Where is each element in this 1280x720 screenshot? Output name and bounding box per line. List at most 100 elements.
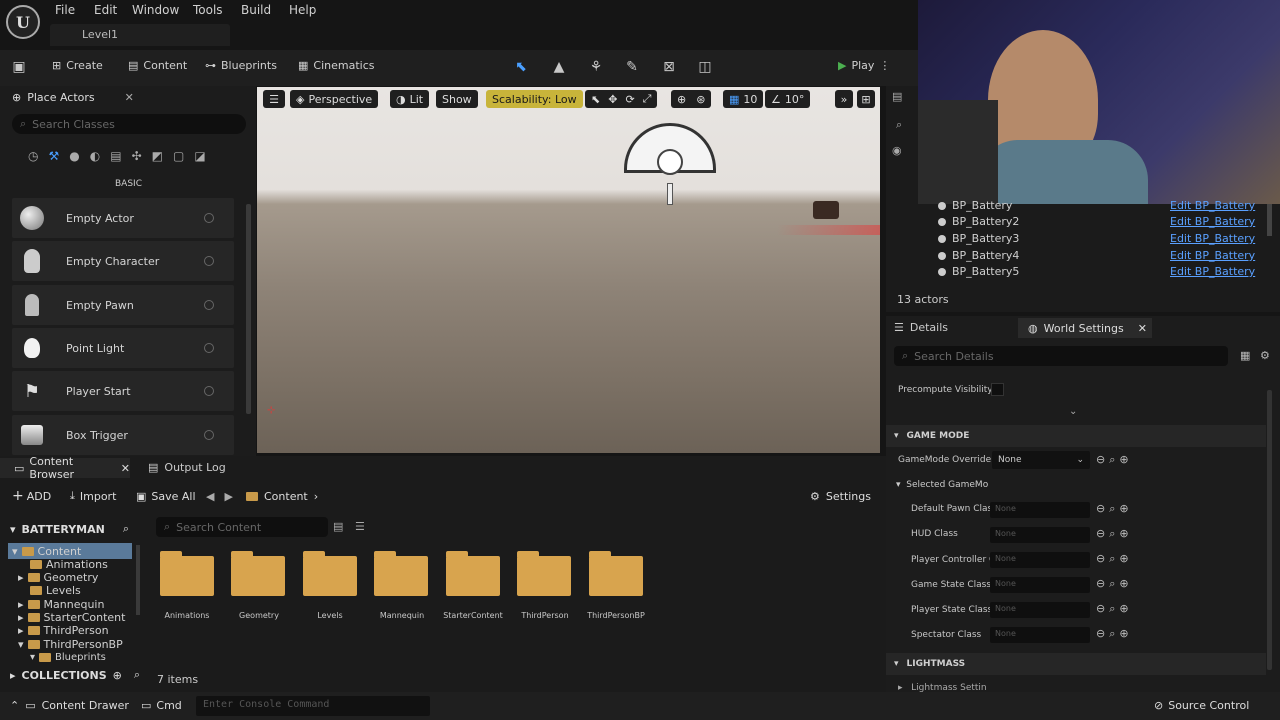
cmd-button[interactable]: ▭ Cmd <box>141 699 182 712</box>
folder-thirdpersonbp[interactable] <box>589 551 643 596</box>
rotation-snap-button[interactable]: ∠ 10° <box>765 90 811 108</box>
content-drawer-button[interactable]: ⌃ ▭ Content Drawer <box>10 699 129 712</box>
search-content-input[interactable]: ⌕ Search Content <box>156 517 328 537</box>
actor-item-box-trigger[interactable]: Box Trigger <box>12 415 234 455</box>
tree-item-blueprints[interactable]: ▾ Blueprints <box>30 652 106 662</box>
viewport-menu-icon[interactable]: ☰ <box>263 90 285 108</box>
help-icon[interactable] <box>204 386 214 396</box>
import-button[interactable]: ⤓ Import <box>70 486 116 506</box>
forward-icon[interactable]: ▶ <box>224 490 232 503</box>
back-icon[interactable]: ◀ <box>206 490 214 503</box>
layout-icon[interactable]: ⊞ <box>857 90 875 108</box>
menu-build[interactable]: Build <box>241 3 271 17</box>
help-icon[interactable] <box>204 343 214 353</box>
search-details-input[interactable]: ⌕ Search Details <box>894 346 1228 366</box>
menu-tools[interactable]: Tools <box>193 3 223 17</box>
select-mode-icon[interactable]: ⬉ <box>512 58 530 76</box>
filter-icon[interactable]: ☰ <box>355 520 365 533</box>
outliner-row[interactable]: BP_Battery4 Edit BP_Battery <box>938 249 1268 262</box>
add-icon[interactable]: ⊕ <box>1119 527 1128 541</box>
actor-item-empty-character[interactable]: Empty Character <box>12 241 234 281</box>
folder-animations[interactable] <box>160 551 214 596</box>
outliner-row[interactable]: BP_Battery2 Edit BP_Battery <box>938 215 1268 228</box>
details-scrollbar[interactable] <box>1267 390 1272 670</box>
collections-header[interactable]: ▸ COLLECTIONS ⊕ ⌕ <box>10 666 150 684</box>
edit-blueprint-link[interactable]: Edit BP_Battery <box>1170 215 1255 228</box>
gamemode-override-dropdown[interactable]: None ⌄ <box>992 451 1090 469</box>
shapes-category-icon[interactable]: ◐ <box>90 149 100 163</box>
breadcrumb-content[interactable]: Content <box>264 490 308 503</box>
lightmass-section[interactable]: ▾ LIGHTMASS <box>886 653 1266 675</box>
visibility-icon[interactable]: ◉ <box>892 144 902 157</box>
play-button[interactable]: ▶ Play ⋮ <box>838 59 890 72</box>
expand-icon[interactable]: » <box>835 90 853 108</box>
foliage-mode-icon[interactable]: ⚘ <box>587 58 605 76</box>
outliner-row[interactable]: BP_Battery3 Edit BP_Battery <box>938 232 1268 245</box>
tree-item-content[interactable]: ▾ Content <box>8 543 132 559</box>
outliner-tab-icon[interactable]: ▤ <box>892 90 902 103</box>
scalability-button[interactable]: Scalability: Low <box>486 90 583 108</box>
player-controller-field[interactable]: None <box>990 552 1090 568</box>
tree-item-thirdpersonbp[interactable]: ▾ ThirdPersonBP <box>18 638 123 651</box>
cinematics-button[interactable]: ▦ Cinematics <box>298 59 375 72</box>
unreal-logo-icon[interactable]: U <box>6 5 40 39</box>
edit-blueprint-link[interactable]: Edit BP_Battery <box>1170 199 1255 212</box>
settings-gear-icon[interactable]: ⚙ <box>1260 349 1270 362</box>
surface-snap-icon[interactable]: ⊛ <box>696 93 705 106</box>
details-tab[interactable]: ☰ Details <box>894 321 948 334</box>
menu-help[interactable]: Help <box>289 3 316 17</box>
menu-edit[interactable]: Edit <box>94 3 117 17</box>
outliner-row[interactable]: BP_Battery Edit BP_Battery <box>938 199 1268 212</box>
cinematic-category-icon[interactable]: ▤ <box>110 149 121 163</box>
hud-class-field[interactable]: None <box>990 527 1090 543</box>
help-icon[interactable] <box>204 256 214 266</box>
content-button[interactable]: ▤ Content <box>128 59 187 72</box>
world-local-icon[interactable]: ⊕ <box>677 93 686 106</box>
edit-blueprint-link[interactable]: Edit BP_Battery <box>1170 265 1255 278</box>
browse-icon[interactable]: ⌕ <box>1109 627 1115 641</box>
menu-window[interactable]: Window <box>132 3 179 17</box>
browse-icon[interactable]: ⌕ <box>1109 453 1115 467</box>
actor-item-point-light[interactable]: Point Light <box>12 328 234 368</box>
all-classes-category-icon[interactable]: ▢ <box>173 149 184 163</box>
recent-icon[interactable]: ◷ <box>28 149 38 163</box>
help-icon[interactable] <box>204 300 214 310</box>
scrollbar[interactable] <box>246 204 251 414</box>
content-browser-tab[interactable]: ▭ Content Browser ✕ <box>0 455 130 481</box>
search-classes-input[interactable]: ⌕ Search Classes <box>12 114 246 134</box>
settings-button[interactable]: ⚙ Settings <box>810 486 871 506</box>
reset-icon[interactable]: ⊖ <box>1096 627 1105 641</box>
reset-icon[interactable]: ⊖ <box>1096 552 1105 566</box>
chevron-right-icon[interactable]: › <box>314 490 318 503</box>
menu-file[interactable]: File <box>55 3 75 17</box>
more-category-icon[interactable]: ◪ <box>194 149 205 163</box>
actor-item-player-start[interactable]: ⚑ Player Start <box>12 371 234 411</box>
project-header[interactable]: ▾ BATTERYMAN ⌕ <box>10 519 144 539</box>
save-all-button[interactable]: ▣ Save All <box>136 486 196 506</box>
add-icon[interactable]: ⊕ <box>1119 453 1128 467</box>
landscape-mode-icon[interactable]: ▲ <box>550 58 568 76</box>
basic-category-icon[interactable]: ⚒ <box>48 149 59 163</box>
output-log-tab[interactable]: ▤ Output Log <box>148 461 226 474</box>
add-icon[interactable]: ⊕ <box>1119 602 1128 616</box>
outliner-row[interactable]: BP_Battery5 Edit BP_Battery <box>938 265 1268 278</box>
level-tab[interactable]: Level1 <box>50 24 230 46</box>
browse-icon[interactable]: ⌕ <box>1109 527 1115 541</box>
browse-icon[interactable]: ⌕ <box>1109 552 1115 566</box>
spectator-class-field[interactable]: None <box>990 627 1090 643</box>
chevron-down-icon[interactable]: ⌄ <box>1069 406 1077 417</box>
tree-item-geometry[interactable]: ▸ Geometry <box>18 571 98 584</box>
console-input[interactable]: Enter Console Command <box>196 696 430 716</box>
browse-icon[interactable]: ⌕ <box>1109 602 1115 616</box>
folder-geometry[interactable] <box>231 551 285 596</box>
tree-item-mannequin[interactable]: ▸ Mannequin <box>18 598 104 611</box>
reset-icon[interactable]: ⊖ <box>1096 527 1105 541</box>
add-collection-icon[interactable]: ⊕ <box>113 669 122 682</box>
tree-item-animations[interactable]: Animations <box>30 558 108 571</box>
folder-startercontent[interactable] <box>446 551 500 596</box>
help-icon[interactable] <box>204 430 214 440</box>
game-state-field[interactable]: None <box>990 577 1090 593</box>
tree-item-startercontent[interactable]: ▸ StarterContent <box>18 611 125 624</box>
search-icon[interactable]: ⌕ <box>123 522 129 536</box>
fracture-icon[interactable]: ⊠ <box>660 58 678 76</box>
